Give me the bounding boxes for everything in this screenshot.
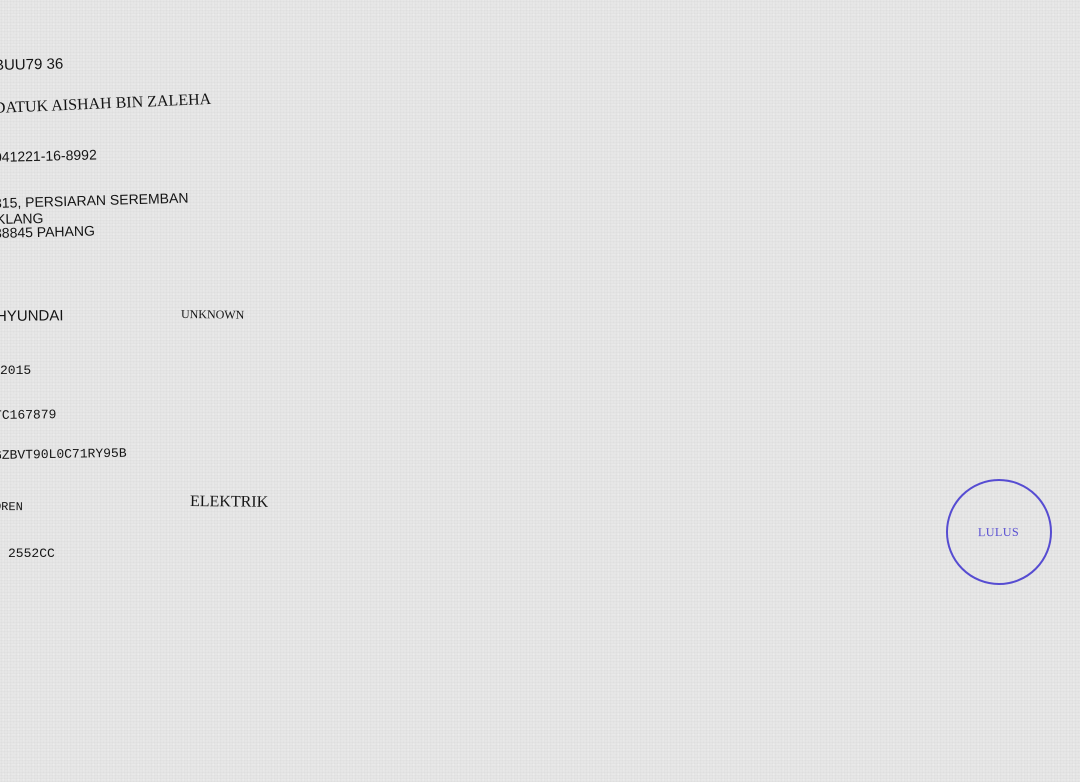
owner-name: DATUK AISHAH BIN ZALEHA [0, 90, 212, 117]
vehicle-make: HYUNDAI [0, 307, 64, 325]
vehicle-model: UNKNOWN [180, 307, 245, 322]
stamp-text: LULUS [978, 524, 1020, 539]
address-line-1: 315, PERSIARAN SEREMBAN [0, 189, 189, 211]
engine-capacity: 2552CC [8, 546, 55, 561]
address-line-3: 38845 PAHANG [0, 222, 96, 241]
ic-number: 041221-16-8992 [0, 146, 97, 165]
chassis-number: GZBVT90L0C71RY95B [0, 445, 127, 463]
engine-number: TC167879 [0, 407, 57, 423]
approval-stamp: LULUS [946, 479, 1052, 585]
plate-number: BUU79 36 [0, 55, 64, 74]
vehicle-color: OREN [0, 500, 23, 515]
vehicle-registration-document: BUU79 36 DATUK AISHAH BIN ZALEHA 041221-… [0, 0, 1080, 782]
vehicle-year: 2015 [0, 363, 32, 378]
fuel-type: ELEKTRIK [189, 493, 269, 511]
